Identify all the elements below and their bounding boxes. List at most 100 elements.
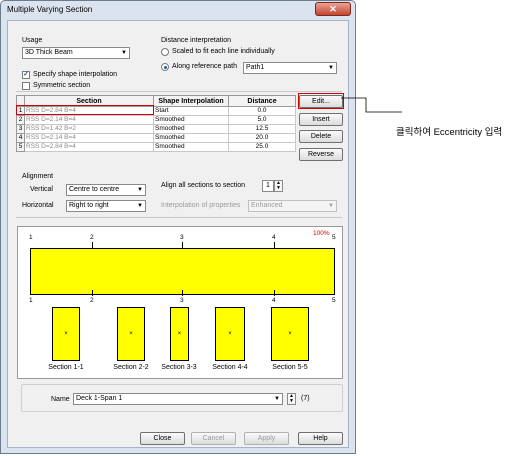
- section-label: Section 2-2: [113, 364, 149, 371]
- callout-line: [341, 97, 402, 113]
- cell-distance[interactable]: 20.0: [228, 133, 296, 143]
- cell-distance[interactable]: 12.5: [228, 124, 296, 134]
- row-number: 3: [16, 124, 25, 134]
- horizontal-select[interactable]: Right to right ▼: [66, 200, 146, 212]
- section-shape-1: ×: [52, 307, 80, 361]
- section-shape-4: ×: [215, 307, 245, 361]
- path-select-value: Path1: [246, 64, 265, 71]
- top-tick-label: 2: [90, 234, 94, 241]
- align-all-label: Align all sections to section: [161, 182, 246, 189]
- section-shape-2: ×: [117, 307, 145, 361]
- table-row[interactable]: 5 RSS D=2.84 B=4 Smoothed 25.0: [16, 142, 296, 152]
- bottom-tick-label: 3: [180, 297, 184, 304]
- interp-props-select[interactable]: Enhanced ▼: [248, 200, 337, 212]
- table-row[interactable]: 2 RSS D=2.14 B=4 Smoothed 5.0: [16, 115, 296, 125]
- cell-distance[interactable]: 5.0: [228, 115, 296, 125]
- symmetric-checkbox[interactable]: [22, 82, 30, 90]
- section-label: Section 4-4: [212, 364, 248, 371]
- along-path-label: Along reference path: [172, 63, 237, 70]
- edit-highlight-box: [298, 93, 344, 109]
- tick-mark: [274, 290, 275, 296]
- spin-down-icon[interactable]: ▼: [275, 186, 282, 191]
- top-tick-label: 3: [180, 234, 184, 241]
- interp-props-value: Enhanced: [251, 202, 283, 209]
- title-bar[interactable]: Multiple Varying Section ✕: [1, 1, 355, 19]
- chevron-down-icon: ▼: [274, 396, 280, 402]
- usage-label: Usage: [22, 37, 43, 44]
- annotation-text: 클릭하여 Eccentricity 입력: [396, 127, 503, 138]
- section-preview: 100% 1 2 3 4 5 1 2 3 4 5 × × × × × Secti…: [17, 226, 343, 379]
- usage-select-value: 3D Thick Beam: [25, 49, 73, 56]
- bottom-tick-label: 5: [332, 297, 336, 304]
- separator: [16, 91, 342, 92]
- cell-section[interactable]: RSS D=1.42 B=2: [24, 124, 154, 134]
- col-header-distance[interactable]: Distance: [228, 95, 296, 107]
- cell-interpolation[interactable]: Start: [153, 106, 229, 116]
- cell-interpolation[interactable]: Smoothed: [153, 142, 229, 152]
- row-number: 5: [16, 142, 25, 152]
- path-select[interactable]: Path1 ▼: [243, 62, 337, 74]
- spin-down-icon[interactable]: ▼: [288, 399, 295, 404]
- centroid-icon: ×: [129, 331, 133, 337]
- table-row[interactable]: 4 RSS D=2.14 B=4 Smoothed 20.0: [16, 133, 296, 143]
- vertical-select[interactable]: Centre to centre ▼: [66, 184, 146, 196]
- bottom-tick-label: 1: [29, 297, 33, 304]
- chevron-down-icon: ▼: [137, 187, 143, 193]
- name-count: (7): [301, 395, 310, 402]
- tick-mark: [92, 290, 93, 296]
- help-button[interactable]: Help: [298, 432, 343, 445]
- cell-section[interactable]: RSS D=2.14 B=4: [24, 133, 154, 143]
- cancel-button[interactable]: Cancel: [191, 432, 236, 445]
- chevron-down-icon: ▼: [121, 50, 127, 56]
- align-all-input[interactable]: 1: [262, 180, 274, 192]
- section-label: Section 1-1: [48, 364, 84, 371]
- name-select-value: Deck 1-Span 1: [76, 395, 123, 402]
- percent-label: 100%: [313, 230, 330, 237]
- beam-elevation: [30, 248, 335, 295]
- top-tick-label: 5: [332, 234, 336, 241]
- chevron-down-icon: ▼: [137, 203, 143, 209]
- chevron-down-icon: ▼: [328, 203, 334, 209]
- cell-section[interactable]: RSS D=2.84 B=4: [24, 142, 154, 152]
- specify-shape-checkbox[interactable]: ✓: [22, 71, 30, 79]
- close-button[interactable]: Close: [140, 432, 185, 445]
- table-row[interactable]: 3 RSS D=1.42 B=2 Smoothed 12.5: [16, 124, 296, 134]
- section-label: Section 5-5: [272, 364, 308, 371]
- window-close-button[interactable]: ✕: [315, 2, 351, 16]
- cell-interpolation[interactable]: Smoothed: [153, 115, 229, 125]
- insert-button[interactable]: Insert: [299, 113, 343, 126]
- dialog-window: Multiple Varying Section ✕ Usage 3D Thic…: [0, 0, 356, 454]
- cell-interpolation[interactable]: Smoothed: [153, 133, 229, 143]
- row-highlight-box: [16, 105, 154, 115]
- symmetric-label: Symmetric section: [33, 82, 91, 89]
- top-tick-label: 1: [29, 234, 33, 241]
- reverse-button[interactable]: Reverse: [299, 148, 343, 161]
- usage-select[interactable]: 3D Thick Beam ▼: [22, 47, 130, 59]
- cell-section[interactable]: RSS D=2.14 B=4: [24, 115, 154, 125]
- bottom-tick-label: 2: [90, 297, 94, 304]
- name-select[interactable]: Deck 1-Span 1 ▼: [73, 393, 283, 405]
- along-path-radio[interactable]: [161, 63, 169, 71]
- section-label: Section 3-3: [161, 364, 197, 371]
- cell-distance[interactable]: 25.0: [228, 142, 296, 152]
- sections-table: Section Shape Interpolation Distance 1 R…: [16, 95, 296, 152]
- align-all-spinner[interactable]: ▲ ▼: [274, 180, 283, 192]
- separator: [16, 217, 342, 218]
- apply-button[interactable]: Apply: [244, 432, 289, 445]
- cell-interpolation[interactable]: Smoothed: [153, 124, 229, 134]
- tick-mark: [182, 290, 183, 296]
- scaled-radio[interactable]: [161, 48, 169, 56]
- section-shape-3: ×: [170, 307, 189, 361]
- horizontal-label: Horizontal: [22, 202, 54, 209]
- scaled-radio-label: Scaled to fit each line individually: [172, 48, 275, 55]
- name-label: Name: [51, 396, 70, 403]
- col-header-interpolation[interactable]: Shape Interpolation: [153, 95, 229, 107]
- cell-distance[interactable]: 0.0: [228, 106, 296, 116]
- row-number: 2: [16, 115, 25, 125]
- delete-button[interactable]: Delete: [299, 130, 343, 143]
- row-number: 4: [16, 133, 25, 143]
- alignment-label: Alignment: [22, 173, 54, 180]
- centroid-icon: ×: [228, 331, 232, 337]
- top-tick-label: 4: [272, 234, 276, 241]
- name-spinner[interactable]: ▲ ▼: [287, 393, 296, 405]
